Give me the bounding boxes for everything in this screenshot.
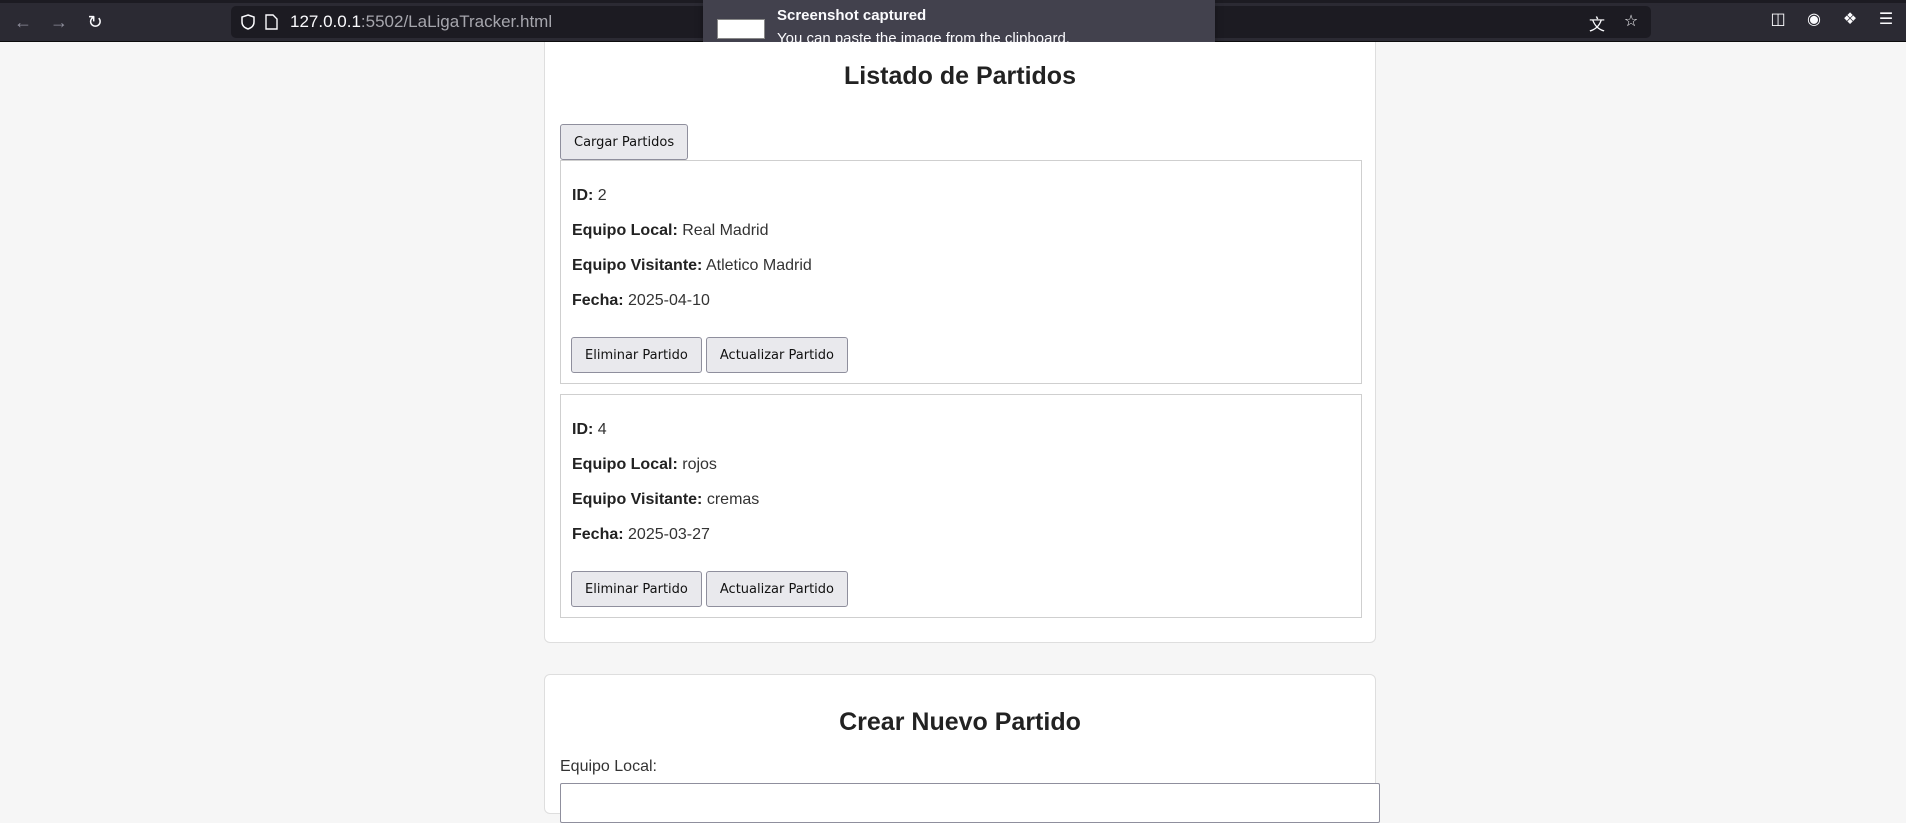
id-label: ID: — [572, 187, 594, 204]
match-card: ID: 2 Equipo Local: Real Madrid Equipo V… — [560, 160, 1362, 384]
reload-icon[interactable]: ↻ — [82, 9, 108, 35]
match-visitante-row: Equipo Visitante: Atletico Madrid — [572, 257, 812, 275]
screenshot-thumbnail — [717, 19, 765, 39]
matches-list-title: Listado de Partidos — [844, 62, 1076, 90]
load-matches-button[interactable]: Cargar Partidos — [560, 124, 689, 160]
match-id: 4 — [597, 421, 607, 438]
visitante-label: Equipo Visitante: — [572, 491, 703, 508]
extensions-icon[interactable]: ❖ — [1840, 9, 1860, 29]
local-team-label: Equipo Local: — [560, 758, 657, 775]
shield-icon[interactable] — [241, 14, 255, 30]
notification-title: Screenshot captured — [777, 7, 927, 24]
match-local-row: Equipo Local: Real Madrid — [572, 222, 769, 240]
match-fecha-row: Fecha: 2025-04-10 — [572, 292, 710, 310]
matches-list-card: Listado de Partidos Cargar Partidos ID: … — [544, 42, 1376, 643]
visitante-label: Equipo Visitante: — [572, 257, 703, 274]
page-icon — [265, 14, 278, 30]
bookmark-star-icon[interactable]: ☆ — [1621, 11, 1641, 35]
pocket-icon[interactable]: ◫ — [1768, 9, 1788, 29]
url-path: :5502/LaLigaTracker.html — [360, 12, 553, 31]
match-fecha: 2025-04-10 — [628, 292, 710, 309]
create-match-card: Crear Nuevo Partido Equipo Local: — [544, 674, 1380, 823]
fecha-label: Fecha: — [572, 292, 624, 309]
match-visitante: cremas — [706, 491, 760, 508]
match-local: Real Madrid — [682, 222, 769, 239]
delete-match-button[interactable]: Eliminar Partido — [571, 337, 702, 373]
local-label: Equipo Local: — [572, 456, 678, 473]
create-match-title: Crear Nuevo Partido — [839, 708, 1081, 736]
translate-icon[interactable]: 文 — [1587, 11, 1607, 35]
local-label: Equipo Local: — [572, 222, 678, 239]
update-match-button[interactable]: Actualizar Partido — [705, 571, 848, 607]
match-local-row: Equipo Local: rojos — [572, 456, 717, 474]
account-icon[interactable]: ◉ — [1804, 9, 1824, 29]
forward-arrow-icon[interactable]: → — [46, 9, 72, 35]
delete-match-button[interactable]: Eliminar Partido — [571, 571, 702, 607]
menu-icon[interactable]: ☰ — [1876, 9, 1896, 29]
match-id-row: ID: 2 — [572, 187, 607, 205]
match-id-row: ID: 4 — [572, 421, 607, 439]
update-match-button[interactable]: Actualizar Partido — [705, 337, 848, 373]
back-arrow-icon[interactable]: ← — [10, 9, 36, 35]
match-visitante: Atletico Madrid — [705, 257, 812, 274]
fecha-label: Fecha: — [572, 526, 624, 543]
match-id: 2 — [597, 187, 607, 204]
id-label: ID: — [572, 421, 594, 438]
url-text[interactable]: 127.0.0.1:5502/LaLigaTracker.html — [290, 12, 552, 32]
match-visitante-row: Equipo Visitante: cremas — [572, 491, 759, 509]
local-team-input[interactable] — [560, 783, 1380, 823]
match-local: rojos — [682, 456, 717, 473]
url-host: 127.0.0.1 — [290, 12, 361, 31]
match-fecha: 2025-03-27 — [628, 526, 710, 543]
match-card: ID: 4 Equipo Local: rojos Equipo Visitan… — [560, 394, 1362, 618]
match-fecha-row: Fecha: 2025-03-27 — [572, 526, 710, 544]
